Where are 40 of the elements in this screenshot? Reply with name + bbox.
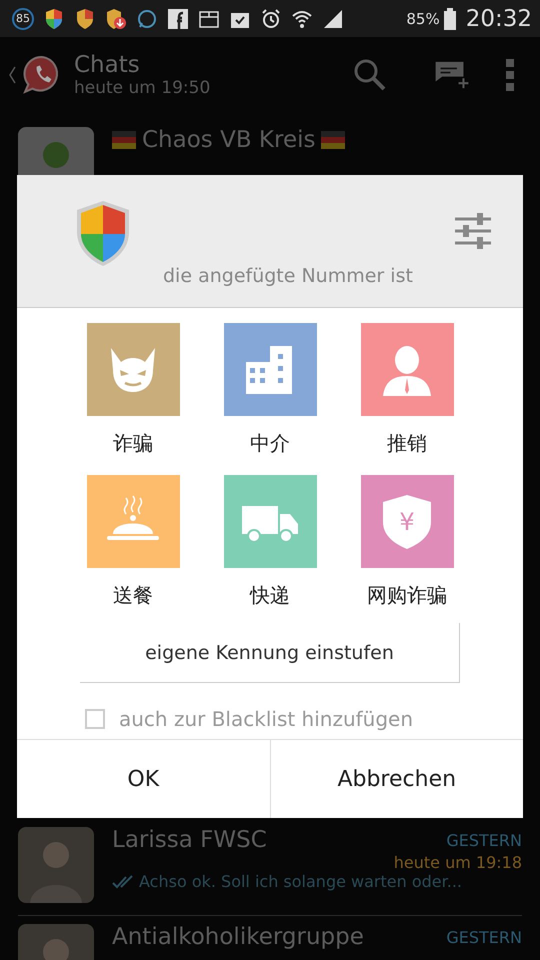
back-icon[interactable] (8, 65, 16, 85)
category-tile[interactable] (224, 323, 316, 416)
flag-icon (321, 131, 346, 149)
category-tile[interactable] (86, 475, 180, 568)
settings-icon[interactable] (453, 213, 493, 249)
chat-name: Antialkoholikergruppe (112, 924, 364, 950)
facebook-icon (167, 8, 189, 30)
category-tile[interactable] (86, 323, 180, 416)
message-time: heute um 19:18 (394, 853, 522, 872)
chat-date: GESTERN (446, 928, 522, 946)
custom-category-button[interactable]: eigene Kennung einstufen (80, 623, 460, 683)
clock: 20:32 (466, 6, 532, 32)
signal-icon (322, 8, 344, 30)
chat-date: GESTERN (446, 830, 522, 850)
category-tile[interactable] (224, 475, 316, 568)
checkbox-label: auch zur Blacklist hinzufügen (119, 707, 414, 731)
category-label: 推销 (387, 430, 427, 457)
shield-icon (43, 8, 65, 30)
blacklist-checkbox[interactable] (85, 709, 105, 729)
message-preview: Achso ok. Soll ich solange warten oder... (139, 872, 462, 891)
battery-icon (444, 8, 456, 30)
category-label: 快递 (250, 582, 290, 609)
alarm-icon (260, 8, 282, 30)
notification-badge: 85 (12, 8, 34, 30)
battery-percent: 85% (406, 10, 440, 28)
category-label: 中介 (250, 430, 290, 457)
download-shield-icon (105, 8, 127, 30)
category-label: 网购诈骗 (367, 582, 447, 609)
flag-icon (112, 131, 136, 149)
category-tile[interactable] (360, 323, 454, 416)
screen-title: Chats (74, 52, 141, 78)
chat-name: Chaos VB Kreis (142, 127, 316, 153)
category-label: 送餐 (113, 582, 153, 609)
dialog-subtitle: die angefügte Nummer ist (163, 265, 414, 287)
search-icon[interactable] (352, 57, 388, 93)
menu-icon[interactable] (506, 57, 514, 93)
shield-icon (74, 8, 96, 30)
chat-name: Larissa FWSC (112, 827, 267, 853)
category-label: 诈骗 (113, 430, 153, 457)
last-seen-text: heute um 19:50 (74, 78, 212, 98)
